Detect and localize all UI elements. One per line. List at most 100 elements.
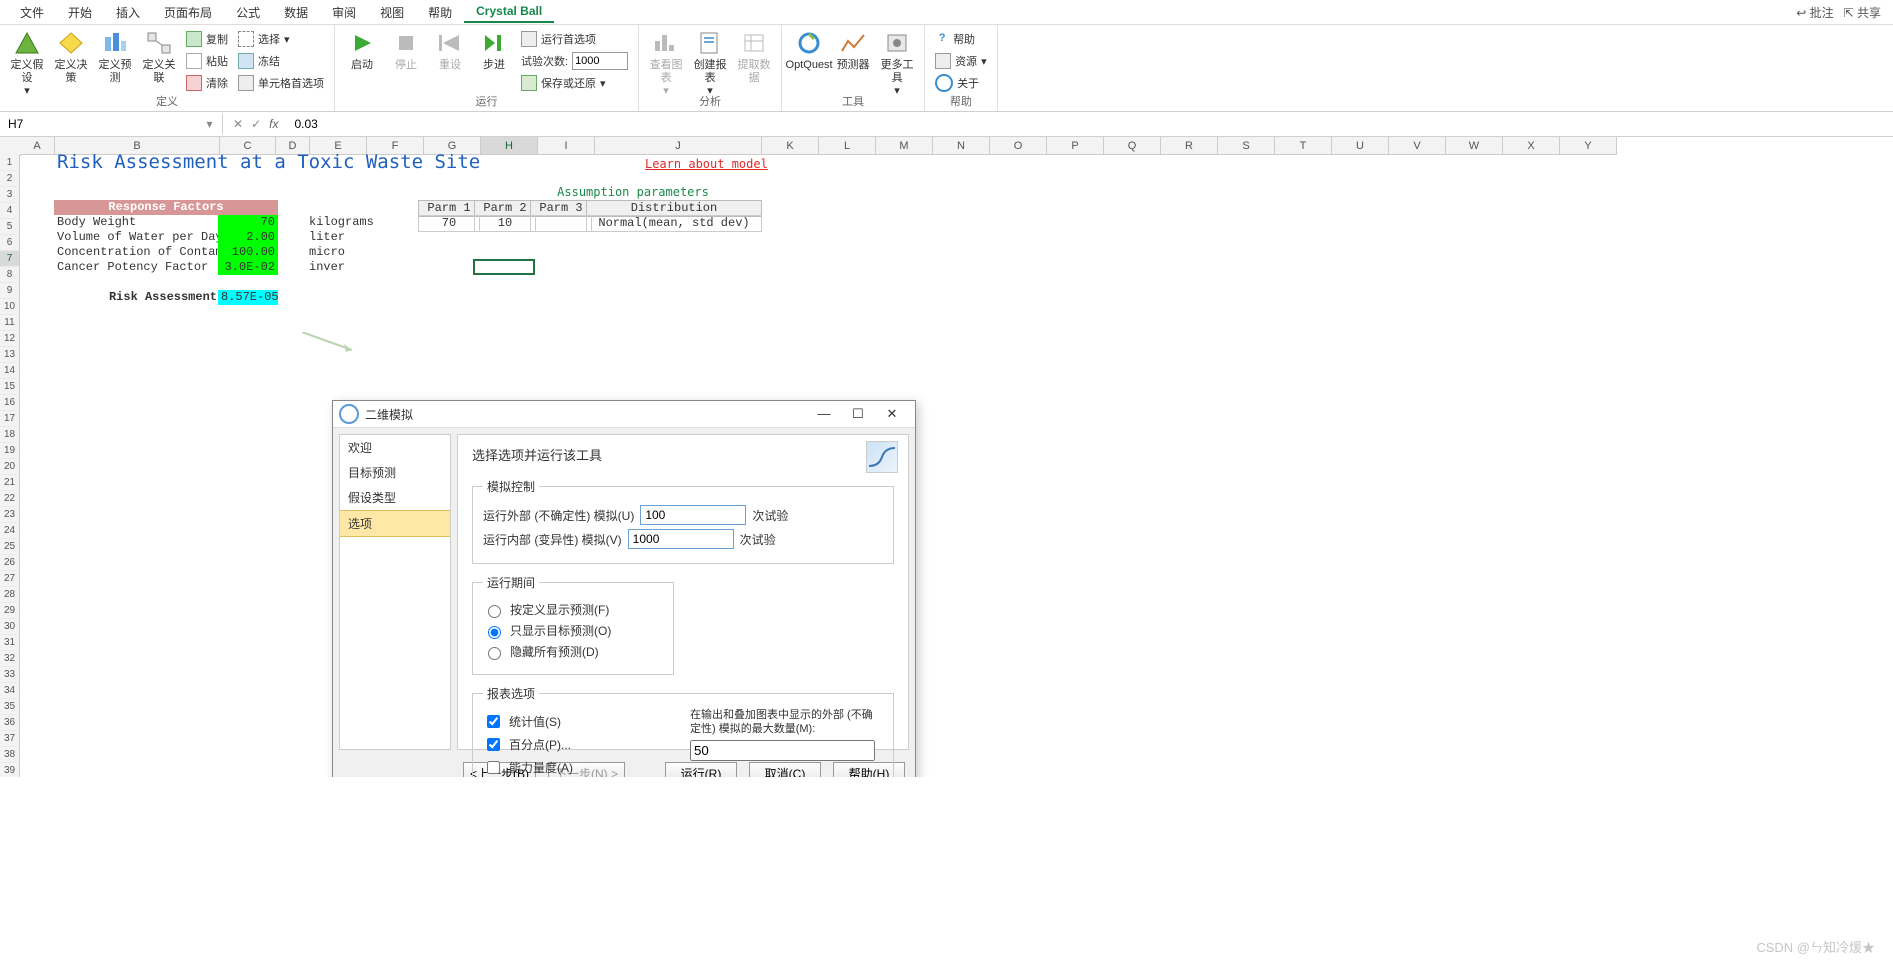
row-header-11[interactable]: 11 [0, 315, 20, 331]
col-header-N[interactable]: N [933, 137, 990, 155]
col-header-U[interactable]: U [1332, 137, 1389, 155]
row-header-25[interactable]: 25 [0, 539, 20, 555]
inner-input[interactable] [628, 529, 734, 549]
row-header-13[interactable]: 13 [0, 347, 20, 363]
row-header-4[interactable]: 4 [0, 203, 20, 219]
worksheet[interactable]: ABCDEFGHIJKLMNOPQRSTUVWXY 12345678910111… [0, 137, 1893, 777]
row-header-3[interactable]: 3 [0, 187, 20, 203]
enter-icon[interactable]: ✓ [251, 117, 261, 131]
btn-view-chart[interactable]: 查看图表 ▾ [645, 27, 687, 100]
menu-pagelayout[interactable]: 页面布局 [152, 1, 224, 24]
maximize-button[interactable]: ☐ [841, 403, 875, 425]
btn-about[interactable]: 关于 [935, 73, 987, 93]
col-header-S[interactable]: S [1218, 137, 1275, 155]
row-header-2[interactable]: 2 [0, 171, 20, 187]
col-header-Q[interactable]: Q [1104, 137, 1161, 155]
nav-options[interactable]: 选项 [340, 510, 450, 537]
col-header-M[interactable]: M [876, 137, 933, 155]
menu-view[interactable]: 视图 [368, 1, 416, 24]
btn-freeze[interactable]: 冻结 [238, 51, 324, 71]
menu-file[interactable]: 文件 [8, 1, 56, 24]
row-header-31[interactable]: 31 [0, 635, 20, 651]
menu-review[interactable]: 审阅 [320, 1, 368, 24]
btn-help[interactable]: ?帮助 [935, 29, 987, 49]
row-header-34[interactable]: 34 [0, 683, 20, 699]
row-header-27[interactable]: 27 [0, 571, 20, 587]
select-all-corner[interactable] [0, 137, 21, 156]
row-header-14[interactable]: 14 [0, 363, 20, 379]
row-header-6[interactable]: 6 [0, 235, 20, 251]
menu-crystalball[interactable]: Crystal Ball [464, 1, 554, 23]
col-header-A[interactable]: A [20, 137, 55, 155]
btn-reset[interactable]: 重设 [429, 27, 471, 74]
col-header-L[interactable]: L [819, 137, 876, 155]
col-header-I[interactable]: I [538, 137, 595, 155]
row-header-17[interactable]: 17 [0, 411, 20, 427]
btn-define-decision[interactable]: 定义决策 [50, 27, 92, 87]
minimize-button[interactable]: — [807, 403, 841, 425]
row-header-19[interactable]: 19 [0, 443, 20, 459]
cancel-icon[interactable]: ✕ [233, 117, 243, 131]
chk-stats[interactable] [487, 715, 500, 728]
row-header-22[interactable]: 22 [0, 491, 20, 507]
row-header-29[interactable]: 29 [0, 603, 20, 619]
row-header-8[interactable]: 8 [0, 267, 20, 283]
formula-input[interactable] [288, 115, 1893, 133]
share-button[interactable]: ⇱ 共享 [1844, 4, 1881, 21]
active-cell[interactable] [474, 260, 534, 274]
comment-button[interactable]: ↩ 批注 [1796, 4, 1833, 21]
btn-save-restore[interactable]: 保存或还原 ▾ [521, 73, 628, 93]
col-header-W[interactable]: W [1446, 137, 1503, 155]
btn-define-forecast[interactable]: 定义预测 [94, 27, 136, 87]
row-header-39[interactable]: 39 [0, 763, 20, 777]
row-header-37[interactable]: 37 [0, 731, 20, 747]
col-header-T[interactable]: T [1275, 137, 1332, 155]
row-header-28[interactable]: 28 [0, 587, 20, 603]
col-header-J[interactable]: J [595, 137, 762, 155]
nav-assump-type[interactable]: 假设类型 [340, 485, 450, 510]
trials-input[interactable] [572, 52, 628, 70]
menu-formula[interactable]: 公式 [224, 1, 272, 24]
row-header-32[interactable]: 32 [0, 651, 20, 667]
col-header-K[interactable]: K [762, 137, 819, 155]
col-header-R[interactable]: R [1161, 137, 1218, 155]
row-header-21[interactable]: 21 [0, 475, 20, 491]
btn-start[interactable]: 启动 [341, 27, 383, 74]
btn-copy[interactable]: 复制 [186, 29, 228, 49]
btn-run-prefs[interactable]: 运行首选项 [521, 29, 628, 49]
nav-welcome[interactable]: 欢迎 [340, 435, 450, 460]
row-header-35[interactable]: 35 [0, 699, 20, 715]
col-header-P[interactable]: P [1047, 137, 1104, 155]
menu-data[interactable]: 数据 [272, 1, 320, 24]
chk-percentiles[interactable] [487, 738, 500, 751]
outer-input[interactable] [640, 505, 746, 525]
col-header-V[interactable]: V [1389, 137, 1446, 155]
btn-predictor[interactable]: 预测器 [832, 27, 874, 74]
btn-select[interactable]: 选择 ▾ [238, 29, 324, 49]
menu-insert[interactable]: 插入 [104, 1, 152, 24]
row-headers[interactable]: 1234567891011121314151617181920212223242… [0, 155, 20, 777]
row-header-18[interactable]: 18 [0, 427, 20, 443]
name-box[interactable] [6, 116, 203, 132]
chk-capability[interactable] [487, 761, 500, 774]
row-header-26[interactable]: 26 [0, 555, 20, 571]
learn-link[interactable]: Learn about model [642, 157, 771, 172]
btn-extract-data[interactable]: 提取数据 [733, 27, 775, 87]
row-header-36[interactable]: 36 [0, 715, 20, 731]
btn-define-assumption[interactable]: 定义假设 ▾ [6, 27, 48, 100]
menu-help[interactable]: 帮助 [416, 1, 464, 24]
close-button[interactable]: ✕ [875, 403, 909, 425]
btn-more-tools[interactable]: 更多工具 ▾ [876, 27, 918, 100]
btn-paste[interactable]: 粘贴 [186, 51, 228, 71]
row-header-5[interactable]: 5 [0, 219, 20, 235]
nav-target[interactable]: 目标预测 [340, 460, 450, 485]
row-header-23[interactable]: 23 [0, 507, 20, 523]
col-header-O[interactable]: O [990, 137, 1047, 155]
col-header-X[interactable]: X [1503, 137, 1560, 155]
row-header-16[interactable]: 16 [0, 395, 20, 411]
row-header-12[interactable]: 12 [0, 331, 20, 347]
btn-cell-prefs[interactable]: 单元格首选项 [238, 73, 324, 93]
col-header-Y[interactable]: Y [1560, 137, 1617, 155]
btn-resources[interactable]: 资源 ▾ [935, 51, 987, 71]
btn-create-report[interactable]: 创建报表 ▾ [689, 27, 731, 100]
